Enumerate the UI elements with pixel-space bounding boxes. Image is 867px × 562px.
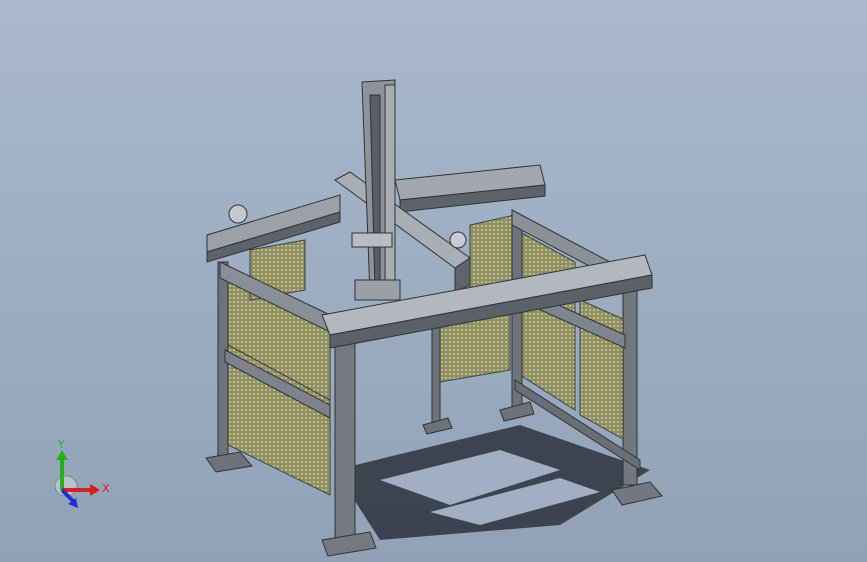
graphics-viewport[interactable]: Y X <box>0 0 867 562</box>
y-rail-right <box>394 164 546 213</box>
gantry-model[interactable] <box>0 0 867 562</box>
y-axis-label: Y <box>57 440 65 451</box>
x-axis-label: X <box>102 482 110 495</box>
coordinate-triad: Y X <box>54 440 110 508</box>
